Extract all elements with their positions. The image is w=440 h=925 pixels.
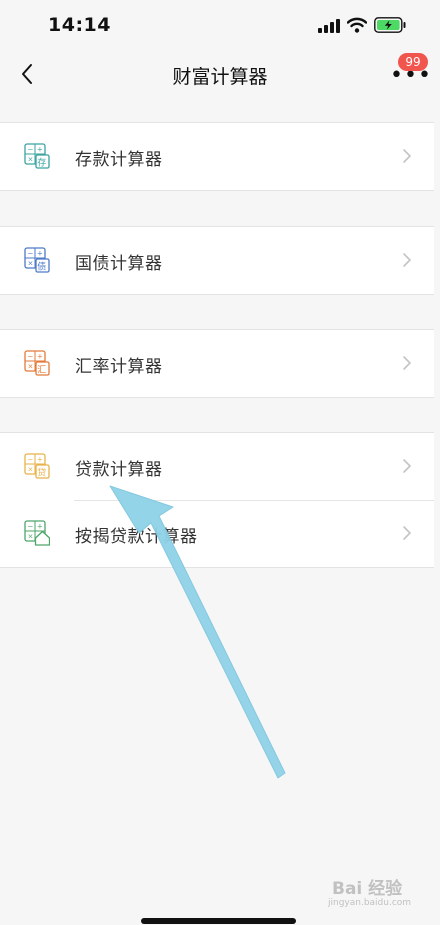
svg-text:−: − [28, 523, 34, 531]
wifi-icon [347, 17, 367, 33]
svg-text:存: 存 [37, 157, 46, 169]
nav-bar: 财富计算器 ••• 99 [0, 48, 440, 100]
chevron-right-icon [403, 356, 411, 370]
more-icon: ••• [390, 63, 432, 88]
svg-text:+: + [37, 523, 43, 531]
watermark-text: Bai 经验 [332, 879, 403, 899]
svg-text:−: − [28, 456, 34, 464]
row-label: 按揭贷款计算器 [75, 527, 198, 547]
status-bar: 14:14 [0, 0, 440, 48]
status-time: 14:14 [48, 14, 111, 36]
svg-text:−: − [28, 250, 34, 258]
row-label: 贷款计算器 [75, 460, 163, 480]
calculator-group-2: − + × 债 国债计算器 [0, 226, 434, 295]
svg-text:汇: 汇 [37, 365, 46, 376]
watermark-logo: Bai 经验 jingyan.baidu.com [322, 872, 422, 914]
loan-calculator-icon: − + × 贷 [24, 453, 50, 479]
svg-text:×: × [28, 533, 34, 541]
bond-calculator-icon: − + × 债 [24, 247, 50, 273]
svg-text:+: + [37, 456, 43, 464]
svg-text:债: 债 [37, 261, 46, 273]
more-button[interactable]: ••• 99 [388, 53, 431, 88]
chevron-right-icon [403, 253, 411, 267]
cellular-signal-icon [318, 19, 340, 33]
exchange-calculator-row[interactable]: − + × 汇 汇率计算器 [0, 330, 434, 397]
mortgage-calculator-icon: − + × [24, 520, 50, 546]
svg-text:×: × [28, 260, 34, 268]
svg-text:×: × [28, 363, 34, 371]
row-label: 存款计算器 [75, 150, 163, 170]
chevron-right-icon [403, 459, 411, 473]
page-title: 财富计算器 [172, 66, 268, 88]
mortgage-calculator-row[interactable]: − + × 按揭贷款计算器 [0, 500, 434, 567]
calculator-group-3: − + × 汇 汇率计算器 [0, 329, 434, 398]
home-indicator[interactable] [141, 918, 296, 924]
row-label: 国债计算器 [75, 254, 163, 274]
chevron-right-icon [403, 149, 411, 163]
svg-text:+: + [37, 146, 43, 154]
notification-badge: 99 [398, 53, 428, 71]
svg-text:×: × [28, 466, 34, 474]
svg-text:−: − [28, 146, 34, 154]
row-label: 汇率计算器 [75, 357, 163, 377]
calculator-group-4: − + × 贷 贷款计算器 − + × 按揭贷款计算器 [0, 432, 434, 568]
chevron-right-icon [403, 526, 411, 540]
deposit-calculator-icon: − + × 存 [24, 143, 50, 169]
svg-text:+: + [37, 250, 43, 258]
battery-charging-icon [374, 17, 406, 33]
svg-text:+: + [37, 353, 43, 361]
deposit-calculator-row[interactable]: − + × 存 存款计算器 [0, 123, 434, 190]
bond-calculator-row[interactable]: − + × 债 国债计算器 [0, 227, 434, 294]
svg-text:−: − [28, 353, 34, 361]
watermark-subtext: jingyan.baidu.com [328, 898, 412, 908]
svg-text:贷: 贷 [37, 467, 46, 479]
calculator-group-1: − + × 存 存款计算器 [0, 122, 434, 191]
svg-text:×: × [28, 156, 34, 164]
loan-calculator-row[interactable]: − + × 贷 贷款计算器 [0, 433, 434, 500]
exchange-calculator-icon: − + × 汇 [24, 350, 50, 376]
